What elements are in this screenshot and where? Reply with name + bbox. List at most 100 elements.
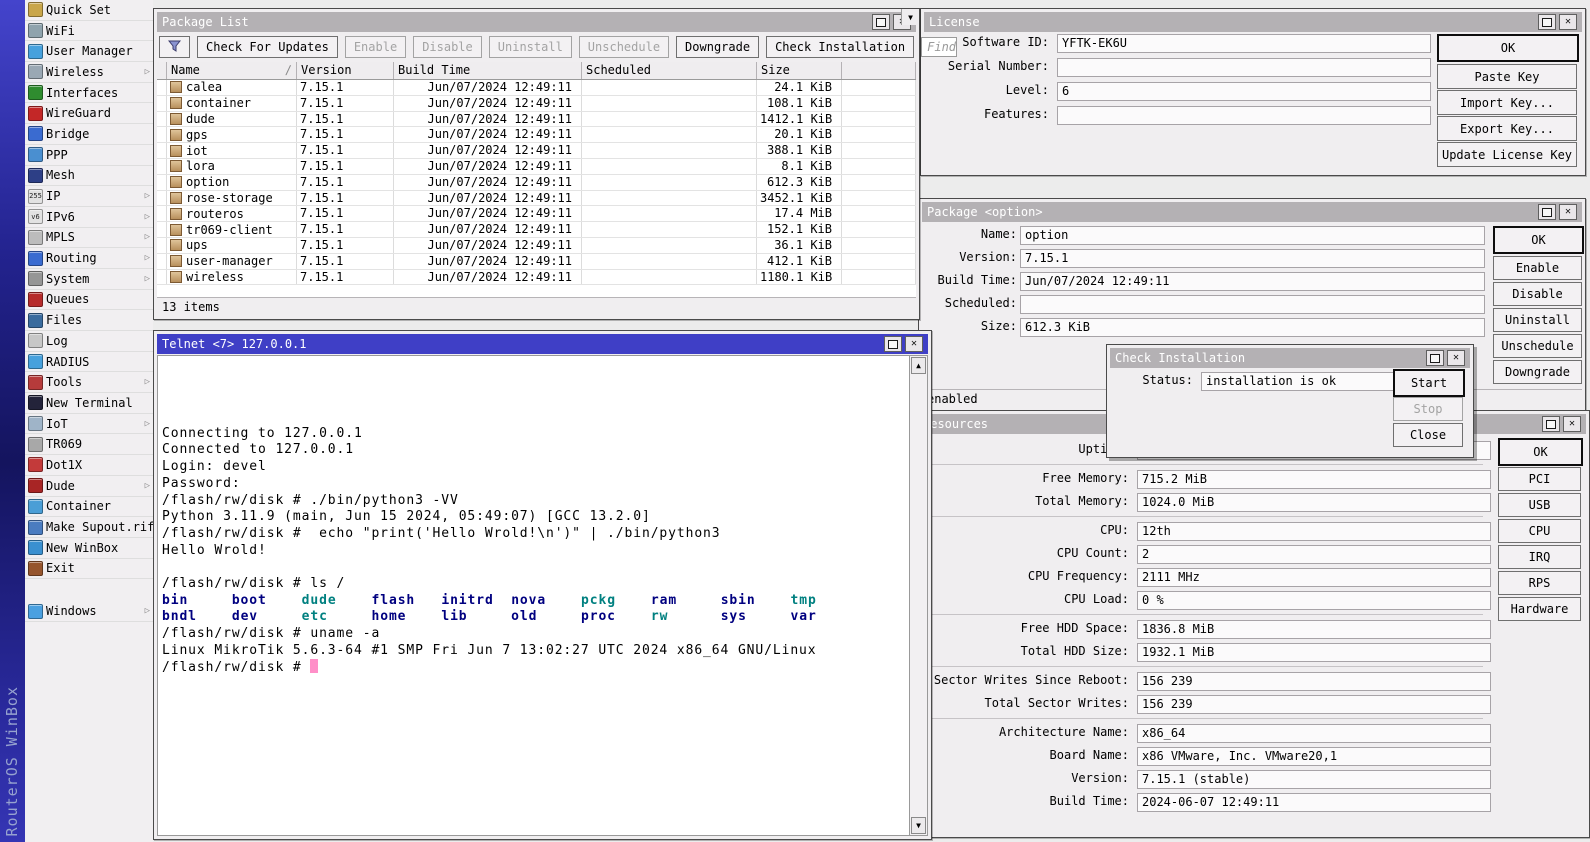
sidebar-item-mpls[interactable]: MPLS▷	[25, 228, 153, 249]
enable-button[interactable]: Enable	[345, 36, 406, 58]
package-row-rose-storage[interactable]: rose-storage7.15.1Jun/07/2024 12:49:1134…	[157, 191, 916, 207]
column-header-scheduled[interactable]: Scheduled	[582, 62, 757, 79]
unschedule-button[interactable]: Unschedule	[579, 36, 669, 58]
scroll-up-icon[interactable]: ▲	[911, 357, 926, 374]
column-header-blank[interactable]	[842, 62, 916, 79]
check-installation-close-button[interactable]: Close	[1393, 423, 1463, 447]
package-row-container[interactable]: container7.15.1Jun/07/2024 12:49:11108.1…	[157, 96, 916, 112]
resources-usb-button[interactable]: USB	[1498, 493, 1581, 517]
license-paste-key-button[interactable]: Paste Key	[1437, 64, 1577, 89]
license-field-features[interactable]	[1057, 106, 1431, 125]
sidebar-item-files[interactable]: Files	[25, 310, 153, 331]
close-icon[interactable]: ✕	[1447, 350, 1465, 366]
column-header-version[interactable]: Version	[297, 62, 394, 79]
package-row-routeros[interactable]: routeros7.15.1Jun/07/2024 12:49:1117.4 M…	[157, 206, 916, 222]
sidebar-item-tr069[interactable]: TR069	[25, 434, 153, 455]
check-for-updates-button[interactable]: Check For Updates	[197, 36, 338, 58]
package-field-name[interactable]: option	[1020, 226, 1485, 245]
sidebar-item-interfaces[interactable]: Interfaces	[25, 83, 153, 104]
disable-button[interactable]: Disable	[413, 36, 482, 58]
column-header-size[interactable]: Size	[757, 62, 842, 79]
sidebar-item-ppp[interactable]: PPP	[25, 145, 153, 166]
check-installation-titlebar[interactable]: Check Installation ✕	[1110, 348, 1470, 368]
sidebar-item-system[interactable]: System▷	[25, 269, 153, 290]
resources-rps-button[interactable]: RPS	[1498, 571, 1581, 595]
resources-pci-button[interactable]: PCI	[1498, 467, 1581, 491]
column-header-name[interactable]: Name∕	[167, 62, 297, 79]
maximize-icon[interactable]	[1538, 204, 1556, 220]
maximize-icon[interactable]	[884, 336, 902, 352]
resources-field-cpu[interactable]: 12th	[1137, 522, 1491, 541]
package-row-option[interactable]: option7.15.1Jun/07/2024 12:49:11612.3 Ki…	[157, 175, 916, 191]
package-disable-button[interactable]: Disable	[1493, 282, 1582, 306]
sidebar-item-ip[interactable]: 255IP▷	[25, 186, 153, 207]
resources-field-build-time[interactable]: 2024-06-07 12:49:11	[1137, 793, 1491, 812]
sidebar-item-new-winbox[interactable]: New WinBox	[25, 538, 153, 559]
close-icon[interactable]: ✕	[1563, 416, 1581, 432]
license-import-key-button[interactable]: Import Key...	[1437, 90, 1577, 115]
package-field-build-time[interactable]: Jun/07/2024 12:49:11	[1020, 272, 1485, 291]
resources-field-cpu-load[interactable]: 0 %	[1137, 591, 1491, 610]
filter-button[interactable]	[159, 36, 190, 58]
sidebar-item-quick-set[interactable]: Quick Set	[25, 0, 153, 21]
close-icon[interactable]: ✕	[1559, 14, 1577, 30]
sidebar-item-radius[interactable]: RADIUS	[25, 352, 153, 373]
resources-field-sector-writes-since-reboot[interactable]: 156 239	[1137, 672, 1491, 691]
package-row-calea[interactable]: calea7.15.1Jun/07/2024 12:49:1124.1 KiB	[157, 80, 916, 96]
package-row-wireless[interactable]: wireless7.15.1Jun/07/2024 12:49:111180.1…	[157, 270, 916, 286]
package-option-titlebar[interactable]: Package <option> ✕	[922, 202, 1582, 222]
package-ok-button[interactable]: OK	[1493, 226, 1584, 254]
sidebar-item-mesh[interactable]: Mesh	[25, 166, 153, 187]
package-field-scheduled[interactable]	[1020, 295, 1485, 314]
terminal-output[interactable]: Connecting to 127.0.0.1Connected to 127.…	[162, 359, 907, 835]
resources-field-free-hdd-space[interactable]: 1836.8 MiB	[1137, 620, 1491, 639]
close-icon[interactable]: ✕	[905, 336, 923, 352]
license-field-serial-number[interactable]	[1057, 58, 1431, 77]
package-field-size[interactable]: 612.3 KiB	[1020, 318, 1485, 337]
license-field-software-id[interactable]: YFTK-EK6U	[1057, 34, 1431, 53]
sidebar-item-exit[interactable]: Exit	[25, 559, 153, 580]
package-row-iot[interactable]: iot7.15.1Jun/07/2024 12:49:11388.1 KiB	[157, 143, 916, 159]
package-list-titlebar[interactable]: Package List ✕	[157, 12, 916, 32]
resources-field-version[interactable]: 7.15.1 (stable)	[1137, 770, 1491, 789]
sidebar-item-bridge[interactable]: Bridge	[25, 124, 153, 145]
maximize-icon[interactable]	[1538, 14, 1556, 30]
resources-field-total-sector-writes[interactable]: 156 239	[1137, 695, 1491, 714]
resources-ok-button[interactable]: OK	[1498, 438, 1583, 466]
resources-field-total-memory[interactable]: 1024.0 MiB	[1137, 493, 1491, 512]
resources-hardware-button[interactable]: Hardware	[1498, 597, 1581, 621]
package-enable-button[interactable]: Enable	[1493, 256, 1582, 280]
package-row-ups[interactable]: ups7.15.1Jun/07/2024 12:49:1136.1 KiB	[157, 238, 916, 254]
license-titlebar[interactable]: License ✕	[924, 12, 1582, 32]
find-input[interactable]: Find	[921, 37, 957, 57]
license-ok-button[interactable]: OK	[1437, 34, 1579, 62]
sidebar-item-wireless[interactable]: Wireless▷	[25, 62, 153, 83]
resources-field-board-name[interactable]: x86 VMware, Inc. VMware20,1	[1137, 747, 1491, 766]
sidebar-item-dot1x[interactable]: Dot1X	[25, 455, 153, 476]
column-header-build-time[interactable]: Build Time	[394, 62, 582, 79]
terminal-content[interactable]: Connecting to 127.0.0.1Connected to 127.…	[157, 355, 928, 836]
sidebar-item-container[interactable]: Container	[25, 497, 153, 518]
status-value-box[interactable]: installation is ok	[1201, 372, 1401, 391]
resources-field-cpu-count[interactable]: 2	[1137, 545, 1491, 564]
resources-field-free-memory[interactable]: 715.2 MiB	[1137, 470, 1491, 489]
column-select-dropdown[interactable]: ▼	[901, 9, 919, 25]
sidebar-item-ipv6[interactable]: v6IPv6▷	[25, 207, 153, 228]
downgrade-button[interactable]: Downgrade	[676, 36, 759, 58]
package-downgrade-button[interactable]: Downgrade	[1493, 360, 1582, 384]
check-installation-stop-button[interactable]: Stop	[1393, 397, 1463, 421]
resources-cpu-button[interactable]: CPU	[1498, 519, 1581, 543]
sidebar-item-log[interactable]: Log	[25, 331, 153, 352]
sidebar-item-new-terminal[interactable]: New Terminal	[25, 393, 153, 414]
resources-field-total-hdd-size[interactable]: 1932.1 MiB	[1137, 643, 1491, 662]
package-row-tr069-client[interactable]: tr069-client7.15.1Jun/07/2024 12:49:1115…	[157, 222, 916, 238]
license-field-level[interactable]: 6	[1057, 82, 1431, 101]
sidebar-item-iot[interactable]: IoT▷	[25, 414, 153, 435]
license-export-key-button[interactable]: Export Key...	[1437, 116, 1577, 141]
resources-irq-button[interactable]: IRQ	[1498, 545, 1581, 569]
telnet-titlebar[interactable]: Telnet <7> 127.0.0.1 ✕	[157, 334, 928, 354]
close-icon[interactable]: ✕	[1559, 204, 1577, 220]
license-update-license-key-button[interactable]: Update License Key	[1437, 142, 1577, 167]
sidebar-item-make-supout-rif[interactable]: Make Supout.rif	[25, 517, 153, 538]
uninstall-button[interactable]: Uninstall	[489, 36, 572, 58]
